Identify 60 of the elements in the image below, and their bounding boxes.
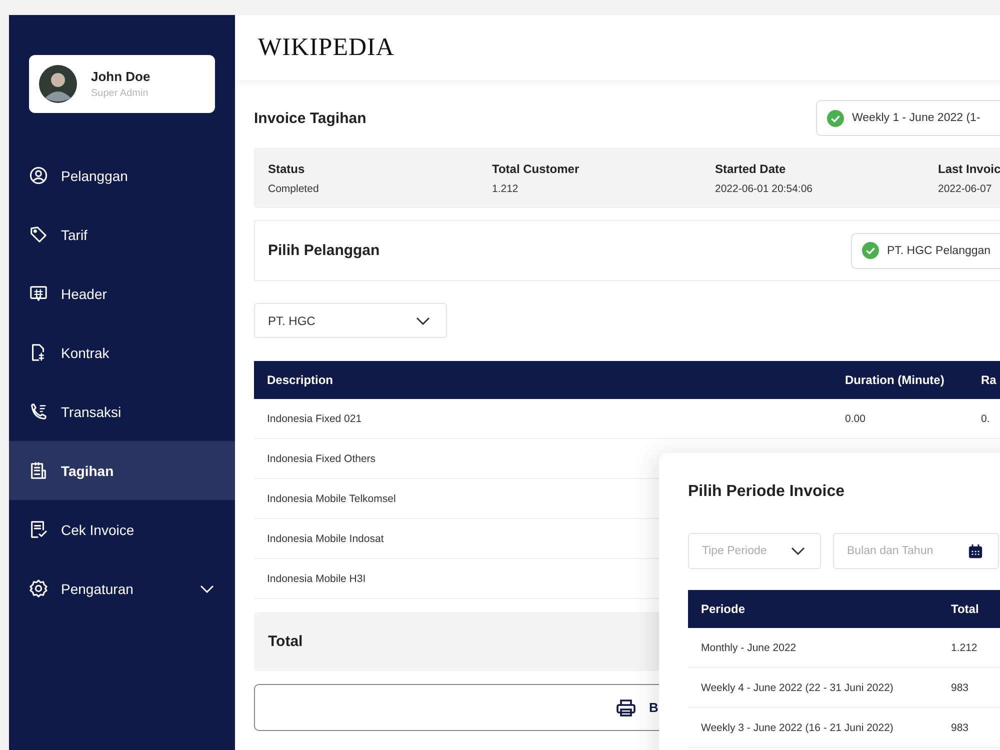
nav-item[interactable]: Pengaturan: [9, 559, 235, 618]
nav-item[interactable]: Header: [9, 264, 235, 323]
period-label: Weekly 1 - June 2022 (1-: [852, 112, 980, 124]
check-circle-icon: [862, 242, 879, 259]
table-cell-text: Indonesia Mobile Indosat: [267, 532, 385, 544]
card-title: Pilih Pelanggan: [268, 242, 380, 259]
summary-label: Status: [268, 162, 306, 176]
table-cell-text: 983: [951, 682, 970, 694]
column-header: Periode: [701, 602, 746, 616]
dialog-title: Pilih Periode Invoice: [688, 483, 846, 501]
column-header: Duration (Minute): [845, 373, 946, 387]
chevron-down-icon: [791, 547, 805, 555]
receipt-icon: [29, 461, 48, 480]
column-header: Ra: [981, 373, 998, 387]
total-label: Total: [268, 633, 303, 650]
column-header: Total: [951, 602, 980, 616]
column-header: Description: [267, 373, 334, 387]
profile-card[interactable]: John Doe Super Admin: [29, 55, 215, 113]
nav-item[interactable]: Kontrak: [9, 323, 235, 382]
nav-item[interactable]: Tarif: [9, 205, 235, 264]
nav-item[interactable]: Tagihan: [9, 441, 235, 500]
chevron-down-icon: [416, 316, 430, 324]
table-cell-text: Indonesia Fixed Others: [267, 452, 377, 464]
table-cell-text: Monthly - June 2022: [701, 642, 798, 654]
settings-icon: [29, 579, 48, 598]
checklist-icon: [29, 520, 48, 539]
nav-item[interactable]: Transaksi: [9, 382, 235, 441]
table-cell-text: 0.00: [845, 412, 866, 424]
avatar-icon: [39, 65, 77, 103]
user-icon: [29, 166, 48, 185]
phone-icon: [29, 402, 48, 421]
table-cell-text: Indonesia Mobile Telkomsel: [267, 492, 397, 504]
summary-label: Total Customer: [492, 162, 580, 176]
summary-label: Started Date: [715, 162, 787, 176]
table-cell-text: Indonesia Fixed 021: [267, 412, 363, 424]
summary-value: 2022-06-07: [938, 182, 993, 194]
table-cell-text: Weekly 4 - June 2022 (22 - 31 Juni 2022): [701, 682, 894, 694]
table-cell-text: 0.: [981, 412, 991, 424]
nav-item[interactable]: Pelanggan: [9, 146, 235, 205]
table-cell-text: 1.212: [951, 642, 978, 654]
customer-label: PT. HGC Pelanggan: [887, 244, 991, 256]
calendar-icon: [968, 544, 983, 558]
user-name: John Doe: [91, 69, 150, 84]
table-cell-text: Weekly 3 - June 2022 (16 - 21 Juni 2022): [701, 722, 894, 734]
summary-value: 2022-06-01 20:54:06: [715, 182, 814, 194]
summary-label: Last Invoic: [938, 162, 1000, 176]
printer-icon: [616, 698, 636, 716]
user-role: Super Admin: [91, 88, 150, 99]
check-circle-icon: [827, 110, 844, 126]
period-row[interactable]: Monthly - June 2022 1.212: [688, 628, 1000, 668]
hash-icon: [29, 284, 48, 303]
nav-item[interactable]: Cek Invoice: [9, 500, 235, 559]
tag-icon: [29, 225, 48, 244]
summary-value: Completed: [268, 182, 320, 194]
table-cell-text: Indonesia Mobile H3I: [267, 572, 367, 584]
table-cell-text: 983: [951, 722, 970, 734]
logo[interactable]: WIKIPEDIA: [258, 34, 394, 62]
customer-dropdown[interactable]: PT. HGC: [254, 303, 447, 338]
page-title: Invoice Tagihan: [254, 110, 366, 126]
summary-value: 1.212: [492, 182, 520, 194]
